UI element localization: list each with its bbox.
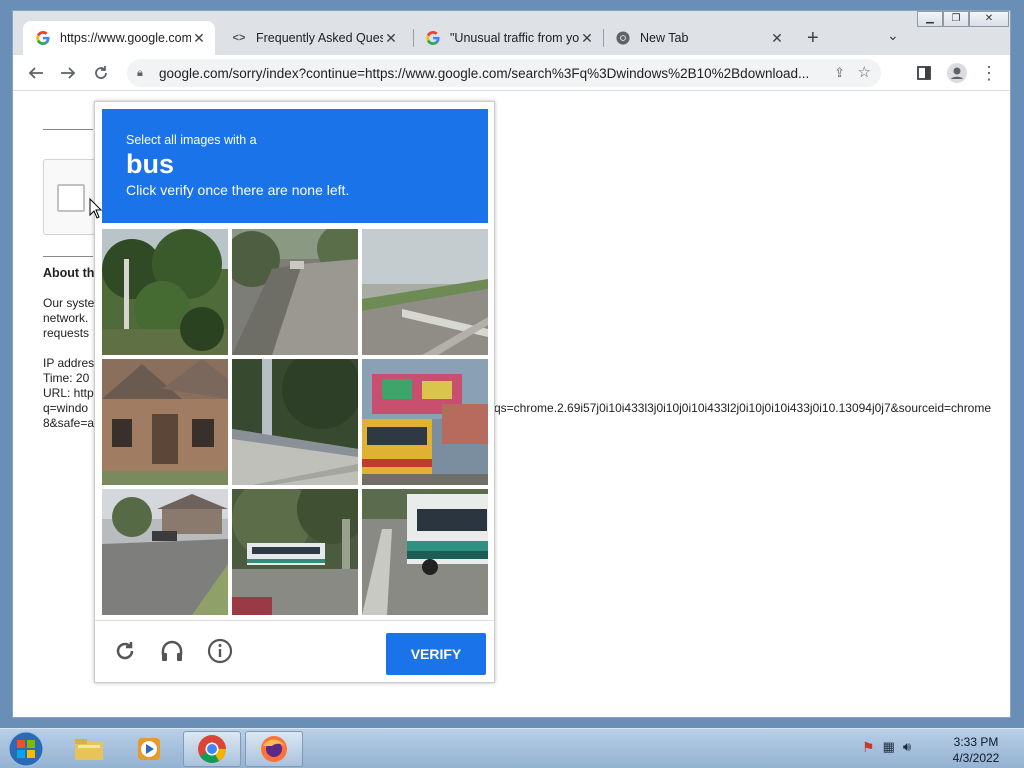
arrow-left-icon bbox=[28, 67, 43, 79]
info-icon[interactable] bbox=[207, 638, 233, 664]
google-g-icon bbox=[35, 30, 51, 46]
instruction-subtext: Click verify once there are none left. bbox=[126, 182, 350, 198]
recaptcha-checkbox[interactable] bbox=[57, 184, 85, 212]
tab-strip: https://www.google.com/sorry/index ✕ <> … bbox=[13, 11, 1010, 55]
tab-title: https://www.google.com/sorry/index bbox=[60, 31, 191, 45]
arrow-right-icon bbox=[61, 67, 76, 79]
address-bar[interactable]: 🔒︎ google.com/sorry/index?continue=https… bbox=[127, 59, 881, 87]
clock[interactable]: 3:33 PM 4/3/2022 bbox=[944, 734, 1008, 766]
firefox-icon bbox=[261, 736, 287, 762]
browser-toolbar: 🔒︎ google.com/sorry/index?continue=https… bbox=[13, 55, 1010, 91]
forward-button[interactable] bbox=[56, 61, 80, 85]
chrome-icon bbox=[615, 30, 631, 46]
url-tail: qs=chrome.2.69i57j0i10i433l3j0i10j0i10i4… bbox=[494, 401, 992, 415]
url-line: q=windo bbox=[43, 401, 89, 415]
network-icon[interactable]: ▦ bbox=[883, 739, 895, 756]
tab-faq[interactable]: <> Frequently Asked Questions ✕ bbox=[219, 21, 407, 55]
tab-google-sorry[interactable]: https://www.google.com/sorry/index ✕ bbox=[23, 21, 215, 55]
challenge-header: Select all images with a bus Click verif… bbox=[102, 109, 488, 223]
tile-bus-closeup[interactable] bbox=[362, 489, 488, 615]
clock-date: 4/3/2022 bbox=[952, 751, 1000, 765]
start-button[interactable] bbox=[6, 731, 46, 767]
address-url: google.com/sorry/index?continue=https://… bbox=[159, 65, 810, 81]
tile-road-curve[interactable] bbox=[232, 229, 358, 355]
windows-logo-icon bbox=[8, 731, 44, 767]
tab-unusual-traffic[interactable]: "Unusual traffic from your computer" ✕ bbox=[413, 21, 603, 55]
challenge-footer: VERIFY bbox=[95, 620, 494, 684]
verify-button[interactable]: VERIFY bbox=[386, 633, 486, 675]
media-player-icon[interactable] bbox=[120, 731, 178, 767]
close-icon[interactable]: ✕ bbox=[579, 30, 595, 47]
taskbar: ⚑ ▦ 🔊︎ 3:33 PM 4/3/2022 bbox=[0, 728, 1024, 768]
about-heading: About th bbox=[43, 266, 95, 280]
url-line: URL: http bbox=[43, 386, 94, 400]
tile-highway-guardrail[interactable] bbox=[362, 229, 488, 355]
headphones-icon[interactable] bbox=[159, 638, 185, 664]
window-close-button[interactable]: ✕ bbox=[969, 11, 1009, 27]
bookmark-star-icon[interactable]: ☆ bbox=[858, 63, 871, 81]
target-word: bus bbox=[126, 149, 175, 179]
side-panel-icon[interactable] bbox=[912, 61, 936, 85]
url-line: 8&safe=a bbox=[43, 416, 95, 430]
close-icon[interactable]: ✕ bbox=[191, 30, 207, 47]
instruction-text: Select all images with a bbox=[126, 133, 257, 147]
reload-icon bbox=[95, 66, 107, 79]
tile-trees[interactable] bbox=[102, 229, 228, 355]
lock-icon: 🔒︎ bbox=[137, 66, 143, 79]
image-grid bbox=[102, 229, 488, 615]
new-tab-button[interactable]: + bbox=[807, 27, 819, 50]
chrome-icon bbox=[198, 735, 226, 763]
share-icon[interactable]: ⇪ bbox=[834, 65, 845, 81]
explorer-icon[interactable] bbox=[60, 731, 118, 767]
tab-search-chevron-icon[interactable]: ⌄ bbox=[887, 27, 899, 44]
close-icon[interactable]: ✕ bbox=[769, 30, 785, 47]
paragraph-line: requests bbox=[43, 326, 90, 340]
profile-avatar-icon[interactable] bbox=[945, 61, 969, 85]
time-line: Time: 20 bbox=[43, 371, 90, 385]
paragraph-line: Our syste bbox=[43, 296, 95, 310]
action-center-flag-icon[interactable]: ⚑ bbox=[862, 739, 875, 756]
tile-residential-street[interactable] bbox=[102, 489, 228, 615]
tile-bridge[interactable] bbox=[232, 359, 358, 485]
chrome-taskbar-icon[interactable] bbox=[183, 731, 241, 767]
tile-brick-house[interactable] bbox=[102, 359, 228, 485]
volume-icon[interactable]: 🔊︎ bbox=[903, 739, 911, 756]
close-icon[interactable]: ✕ bbox=[383, 30, 399, 47]
reload-button[interactable] bbox=[89, 61, 113, 85]
clock-time: 3:33 PM bbox=[953, 735, 999, 749]
paragraph-line: network. bbox=[43, 311, 89, 325]
back-button[interactable] bbox=[24, 61, 48, 85]
tile-painted-bus[interactable] bbox=[362, 359, 488, 485]
tab-new-tab[interactable]: New Tab ✕ bbox=[603, 21, 793, 55]
captcha-challenge: Select all images with a bus Click verif… bbox=[94, 101, 495, 683]
code-icon: <> bbox=[232, 32, 246, 44]
system-tray: ⚑ ▦ 🔊︎ bbox=[862, 739, 911, 756]
mouse-cursor-icon bbox=[89, 197, 103, 225]
minimize-button[interactable]: ▁ bbox=[917, 11, 943, 27]
tile-bus-distance[interactable] bbox=[232, 489, 358, 615]
restore-button[interactable]: ❐ bbox=[943, 11, 969, 27]
tab-title: "Unusual traffic from your computer" bbox=[450, 31, 579, 45]
google-g-icon bbox=[425, 30, 441, 46]
reload-icon[interactable] bbox=[112, 638, 138, 664]
ip-line: IP addres bbox=[43, 356, 95, 370]
divider bbox=[43, 256, 93, 257]
menu-kebab-icon[interactable]: ⋮ bbox=[977, 61, 1001, 85]
firefox-taskbar-icon[interactable] bbox=[245, 731, 303, 767]
divider bbox=[43, 129, 93, 130]
tab-title: New Tab bbox=[640, 31, 689, 45]
tab-title: Frequently Asked Questions bbox=[256, 31, 383, 45]
